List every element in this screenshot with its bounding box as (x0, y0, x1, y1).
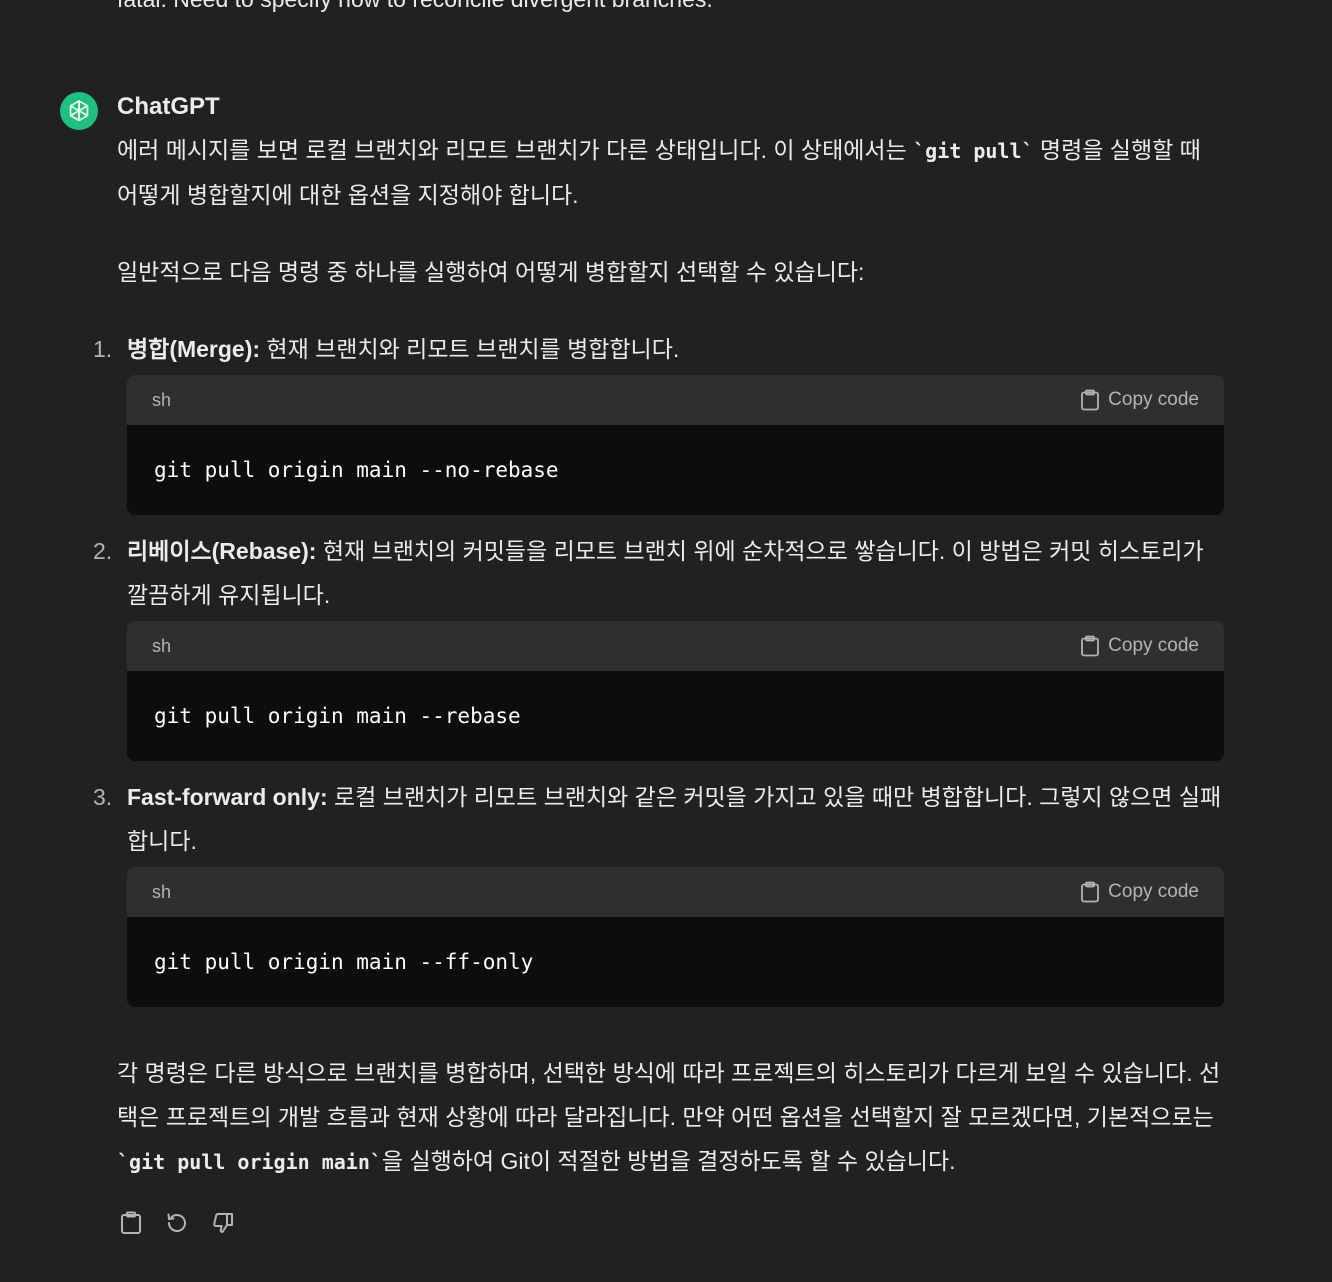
message-author: ChatGPT (117, 93, 220, 120)
code-block: sh Copy code git pull origin main --reba… (127, 621, 1224, 761)
previous-message-text: fatal: Need to specify how to reconcile … (117, 0, 713, 13)
code-content: git pull origin main --ff-only (127, 917, 1224, 1007)
copy-code-button[interactable]: Copy code (1080, 870, 1199, 914)
list-number: 3. (93, 784, 113, 810)
item-text: 현재 브랜치와 리모트 브랜치를 병합합니다. (260, 336, 680, 362)
inline-code: `git pull` (913, 139, 1034, 163)
list-number: 1. (93, 336, 113, 362)
regenerate-button[interactable] (164, 1210, 190, 1236)
thumbs-down-icon (213, 1213, 233, 1233)
code-language: sh (152, 390, 172, 410)
inline-code: `git pull origin main` (117, 1150, 382, 1174)
copy-icon (121, 1211, 141, 1234)
code-content: git pull origin main --no-rebase (127, 425, 1224, 515)
thumbs-down-button[interactable] (210, 1210, 236, 1236)
openai-logo-icon (69, 100, 89, 122)
code-block: sh Copy code git pull origin main --ff-o… (127, 867, 1224, 1007)
code-language: sh (152, 882, 172, 902)
code-block-header: sh Copy code (127, 621, 1224, 671)
clipboard-icon (1081, 389, 1100, 411)
copy-code-button[interactable]: Copy code (1080, 624, 1199, 668)
item-title: 리베이스(Rebase): (127, 538, 317, 564)
copy-message-button[interactable] (118, 1210, 144, 1236)
assistant-message: 에러 메시지를 보면 로컬 브랜치와 리모트 브랜치가 다른 상태입니다. 이 … (93, 128, 1227, 1184)
item-title: Fast-forward only: (127, 784, 328, 810)
regenerate-icon (167, 1213, 186, 1232)
code-language: sh (152, 636, 172, 656)
clipboard-icon (1081, 635, 1100, 657)
message-actions (118, 1210, 236, 1236)
item-title: 병합(Merge): (127, 336, 261, 362)
intro2-paragraph: 일반적으로 다음 명령 중 하나를 실행하여 어떻게 병합할지 선택할 수 있습… (117, 259, 865, 285)
code-content: git pull origin main --rebase (127, 671, 1224, 761)
code-block-header: sh Copy code (127, 375, 1224, 425)
chatgpt-avatar (60, 92, 98, 130)
list-item: 3. Fast-forward only: 로컬 브랜치가 리모트 브랜치와 같… (93, 775, 1227, 1007)
list-number: 2. (93, 538, 113, 564)
intro-paragraph: 에러 메시지를 보면 로컬 브랜치와 리모트 브랜치가 다른 상태입니다. 이 … (117, 137, 1201, 208)
closing-paragraph: 각 명령은 다른 방식으로 브랜치를 병합하며, 선택한 방식에 따라 프로젝트… (117, 1060, 1221, 1174)
code-block-header: sh Copy code (127, 867, 1224, 917)
options-list: 1. 병합(Merge): 현재 브랜치와 리모트 브랜치를 병합합니다. sh… (93, 327, 1227, 1007)
list-item: 2. 리베이스(Rebase): 현재 브랜치의 커밋들을 리모트 브랜치 위에… (93, 529, 1227, 761)
clipboard-icon (1081, 881, 1100, 903)
code-block: sh Copy code git pull origin main --no-r… (127, 375, 1224, 515)
copy-code-button[interactable]: Copy code (1080, 378, 1199, 422)
list-item: 1. 병합(Merge): 현재 브랜치와 리모트 브랜치를 병합합니다. sh… (93, 327, 1227, 515)
